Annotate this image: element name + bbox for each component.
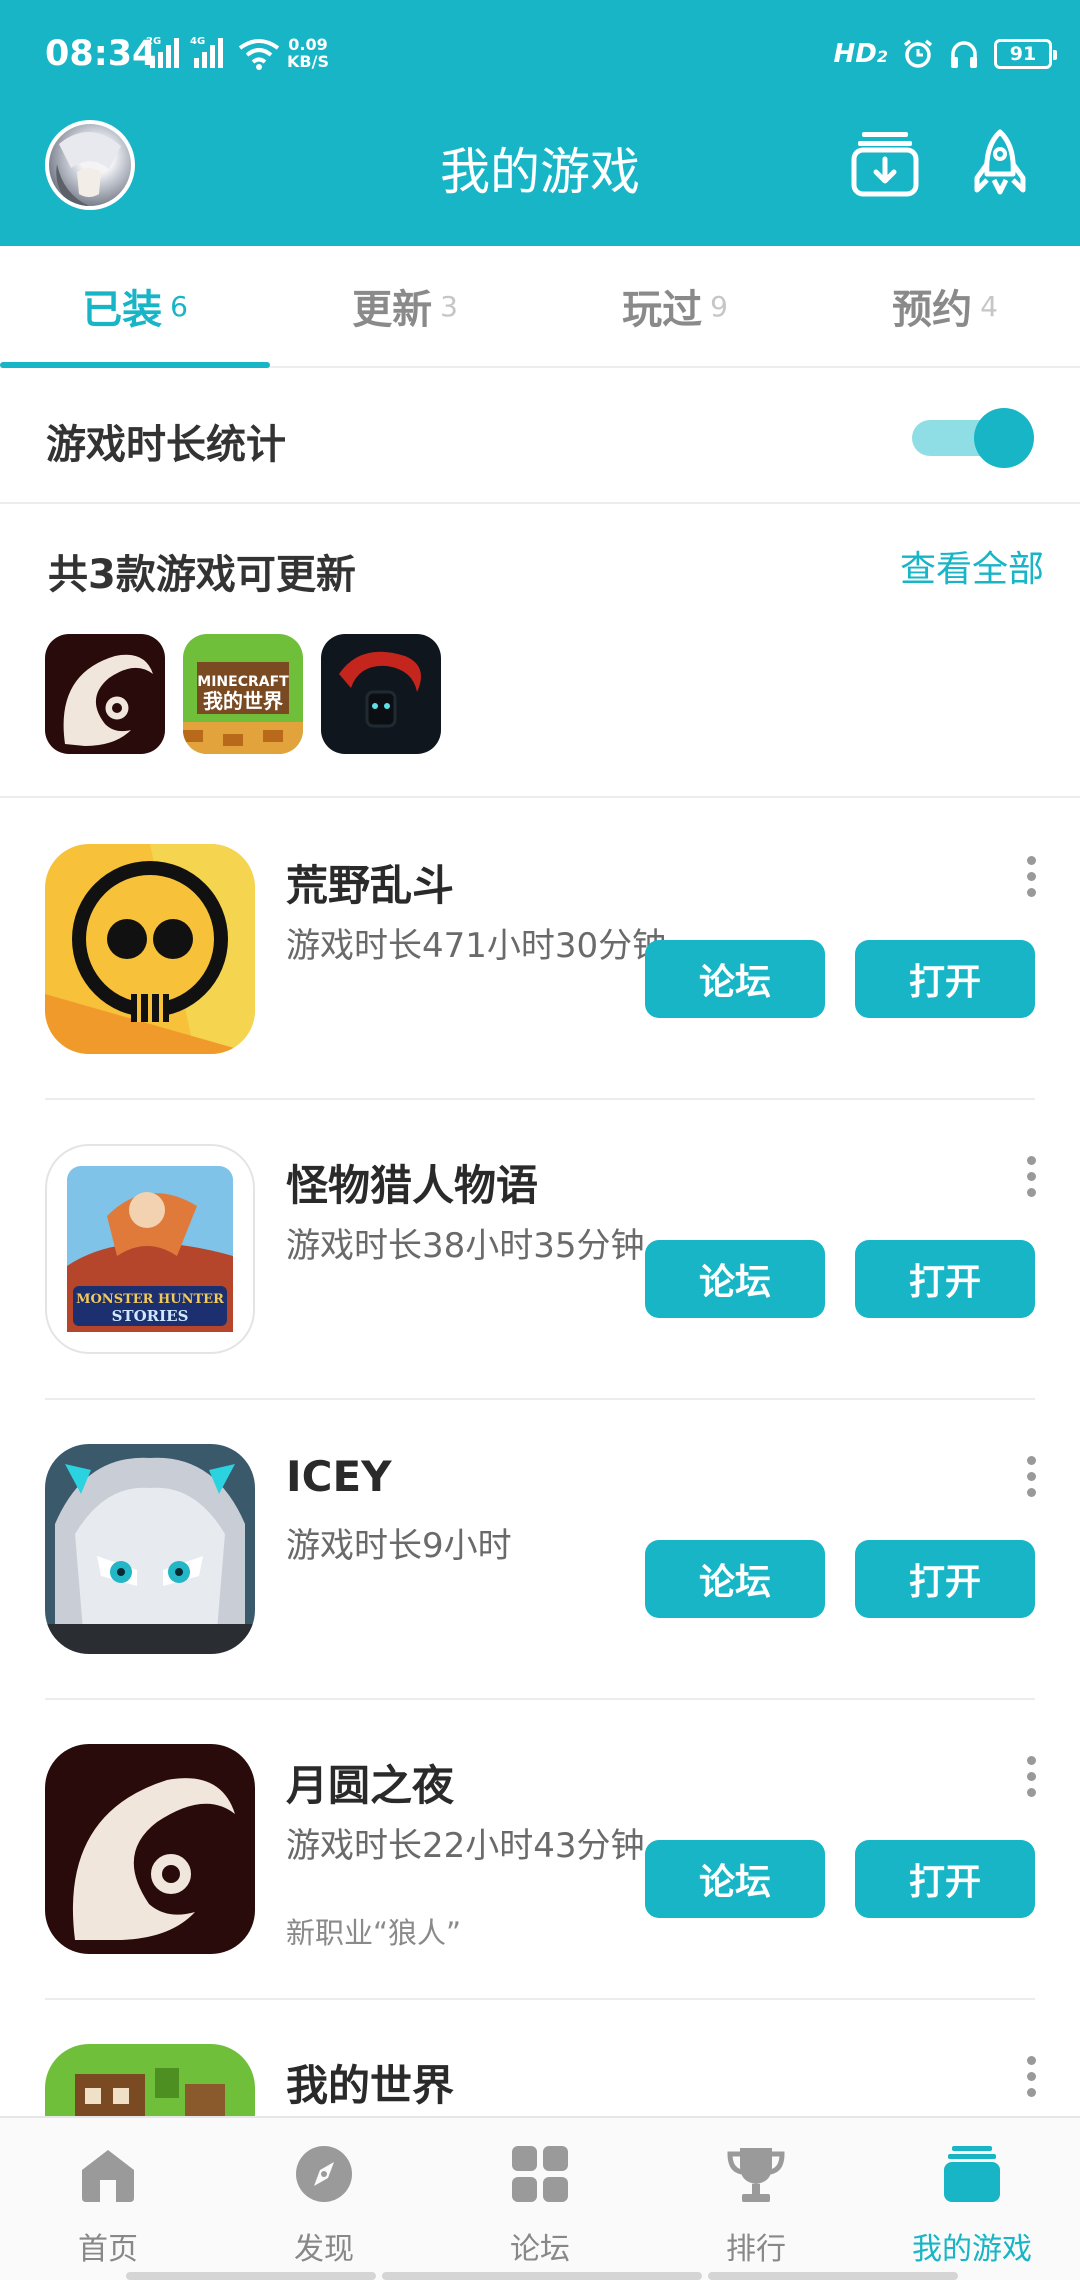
nav-forum[interactable]: 论坛 (432, 2118, 648, 2280)
game-name: 月圆之夜 (286, 1761, 455, 1810)
minecraft-game-icon[interactable] (45, 2044, 255, 2116)
updates-section: 共3款游戏可更新 查看全部 MINECRAFT 我的世界 (0, 506, 1080, 798)
updates-title: 共3款游戏可更新 (48, 552, 356, 598)
more-menu-icon[interactable] (1016, 852, 1046, 902)
open-button[interactable]: 打开 (855, 1540, 1035, 1618)
brawl-stars-game-icon[interactable] (45, 844, 255, 1054)
toggle-knob (974, 408, 1034, 468)
headphones-icon (951, 41, 977, 68)
forum-button[interactable]: 论坛 (645, 1540, 825, 1618)
game-playtime: 游戏时长22小时43分钟 (286, 1826, 645, 1866)
game-playtime: 游戏时长471小时30分钟 (286, 926, 667, 966)
status-right: HD2 91 (833, 34, 1057, 74)
forum-button[interactable]: 论坛 (645, 940, 825, 1018)
more-menu-icon[interactable] (1016, 1752, 1046, 1802)
game-name: ICEY (286, 1452, 392, 1501)
tab-updates[interactable]: 更新 3 (270, 246, 540, 366)
alarm-icon (903, 39, 933, 68)
game-item-monster-hunter-stories: MONSTER HUNTER STORIES 怪物猎人物语 游戏时长38小时35… (0, 1100, 1080, 1400)
update-icons: MINECRAFT 我的世界 (45, 634, 441, 754)
game-name: 怪物猎人物语 (286, 1161, 539, 1210)
game-playtime: 游戏时长9小时 (286, 1526, 512, 1566)
compass-icon (296, 2146, 352, 2202)
nav-discover[interactable]: 发现 (216, 2118, 432, 2280)
playtime-stats-toggle[interactable] (912, 406, 1034, 468)
svg-text:4G: 4G (190, 36, 205, 47)
app-header: 08:34 2G 4G 0.09 KB/S HD2 91 我的游戏 (0, 0, 1080, 246)
playtime-stats-label: 游戏时长统计 (46, 422, 286, 468)
game-item-brawl-stars: 荒野乱斗 游戏时长471小时30分钟 论坛 打开 (0, 800, 1080, 1100)
more-menu-icon[interactable] (1016, 2052, 1046, 2102)
trophy-icon (727, 2148, 785, 2202)
svg-text:2G: 2G (146, 36, 161, 47)
game-news[interactable]: 新职业“狼人” (286, 1910, 461, 1952)
home-icon (82, 2150, 134, 2202)
game-item-minecraft: 我的世界 (0, 2000, 1080, 2116)
download-manager-icon[interactable] (850, 128, 920, 198)
forum-button[interactable]: 论坛 (645, 1840, 825, 1918)
more-menu-icon[interactable] (1016, 1452, 1046, 1502)
minecraft-game-icon[interactable]: MINECRAFT 我的世界 (183, 634, 303, 754)
game-name: 荒野乱斗 (286, 861, 455, 910)
game-item-moon-night: 月圆之夜 游戏时长22小时43分钟 新职业“狼人” 论坛 打开 (0, 1700, 1080, 2000)
monster-hunter-stories-game-icon[interactable]: MONSTER HUNTER STORIES (45, 1144, 255, 1354)
svg-text:MINECRAFT: MINECRAFT (197, 674, 289, 690)
svg-text:MONSTER HUNTER: MONSTER HUNTER (76, 1292, 224, 1307)
status-time: 08:34 (45, 34, 157, 74)
game-playtime: 游戏时长38小时35分钟 (286, 1226, 645, 1266)
tab-reserved[interactable]: 预约 4 (810, 246, 1080, 366)
svg-text:我的世界: 我的世界 (203, 689, 283, 713)
bottom-nav: 首页 发现 论坛 排行 我的游戏 (0, 2116, 1080, 2280)
nav-home[interactable]: 首页 (0, 2118, 216, 2280)
open-button[interactable]: 打开 (855, 1840, 1035, 1918)
battery-indicator: 91 (994, 39, 1057, 69)
grid-icon (512, 2146, 568, 2202)
status-bar: 08:34 2G 4G 0.09 KB/S HD2 91 (0, 0, 1080, 110)
svg-text:STORIES: STORIES (112, 1307, 189, 1325)
tab-indicator (0, 362, 270, 368)
open-button[interactable]: 打开 (855, 940, 1035, 1018)
tab-installed[interactable]: 已装 6 (0, 246, 270, 368)
game-item-icey: ICEY 游戏时长9小时 论坛 打开 (0, 1400, 1080, 1700)
rocket-icon[interactable] (965, 128, 1035, 198)
net-speed: 0.09 KB/S (287, 35, 329, 71)
signal-2g-icon: 2G (146, 36, 179, 68)
tab-bar: 已装 6 更新 3 玩过 9 预约 4 (0, 246, 1080, 368)
nav-ranking[interactable]: 排行 (648, 2118, 864, 2280)
hd-voice-icon: HD2 (833, 39, 888, 69)
gesture-bar (0, 2272, 1080, 2280)
icey-game-icon[interactable] (45, 1444, 255, 1654)
forum-button[interactable]: 论坛 (645, 1240, 825, 1318)
more-menu-icon[interactable] (1016, 1152, 1046, 1202)
moon-night-game-icon[interactable] (45, 634, 165, 754)
moon-night-game-icon[interactable] (45, 1744, 255, 1954)
nav-my-games[interactable]: 我的游戏 (864, 2118, 1080, 2280)
wifi-icon (238, 39, 280, 70)
open-button[interactable]: 打开 (855, 1240, 1035, 1318)
game-name: 我的世界 (286, 2061, 455, 2110)
view-all-link[interactable]: 查看全部 (900, 540, 1044, 592)
dark-creature-game-icon[interactable] (321, 634, 441, 754)
my-games-icon (944, 2146, 1000, 2202)
tab-played[interactable]: 玩过 9 (540, 246, 810, 366)
signal-4g-icon: 4G (190, 36, 223, 68)
